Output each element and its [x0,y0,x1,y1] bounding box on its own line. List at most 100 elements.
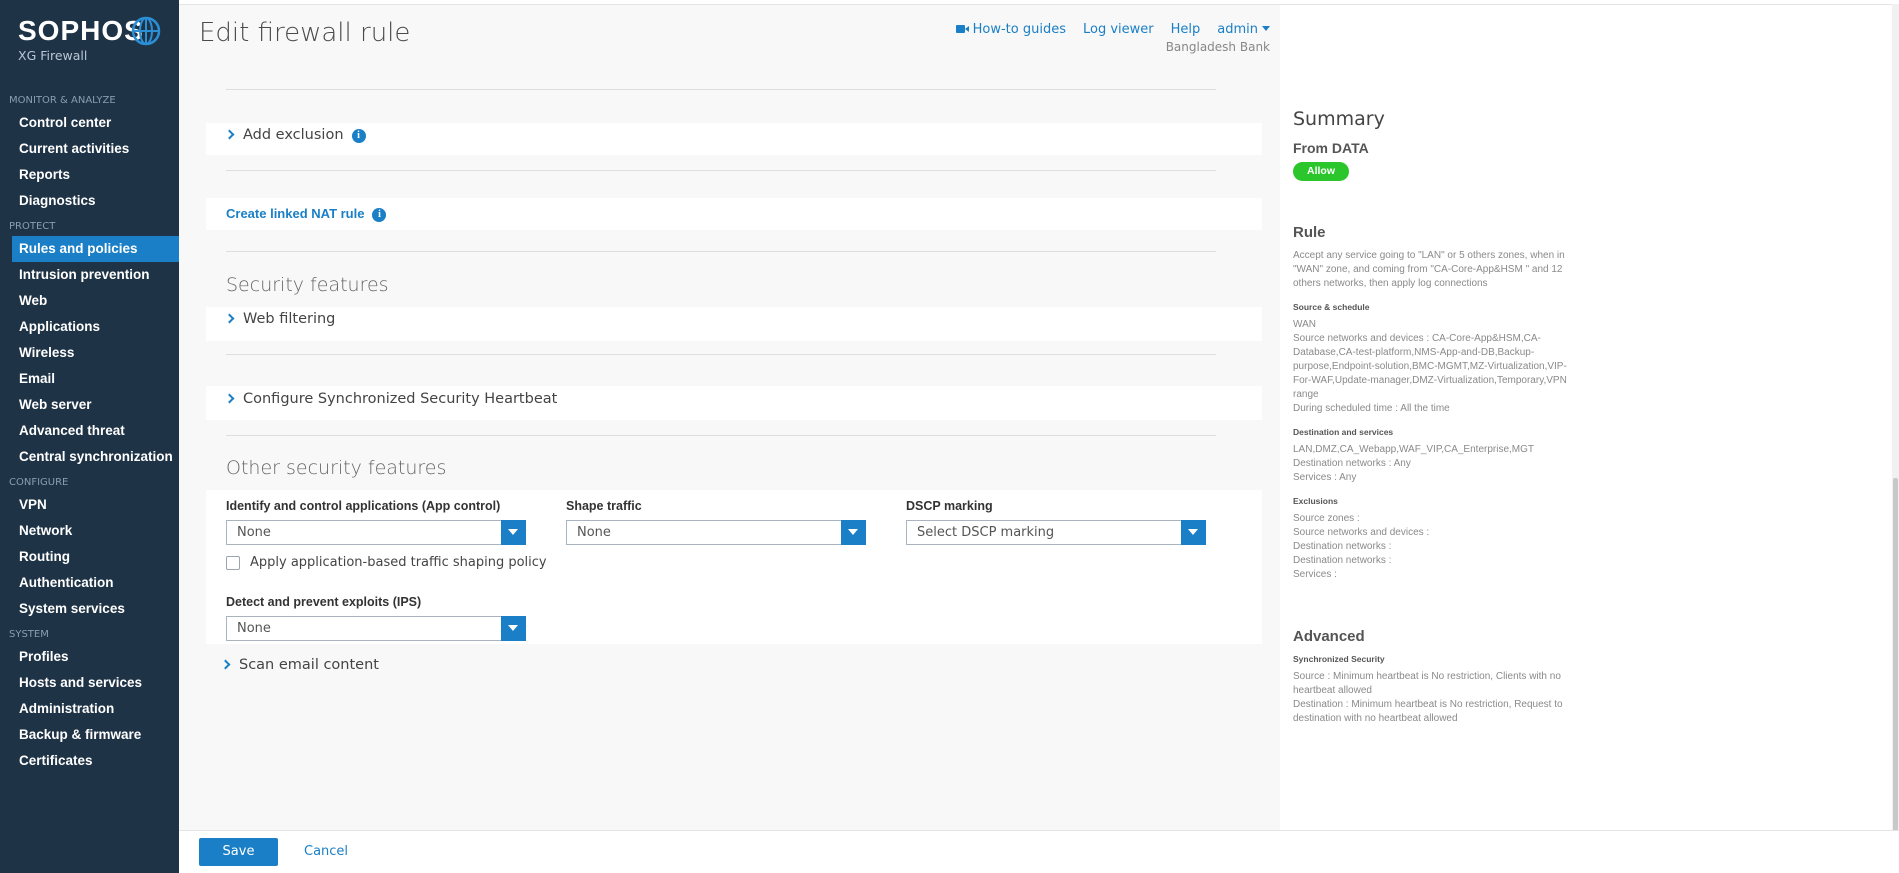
sidebar-item-network[interactable]: Network [0,518,179,544]
sync-source: Source : Minimum heartbeat is No restric… [1293,671,1561,696]
destination-zones: LAN,DMZ,CA_Webapp,WAF_VIP,CA_Enterprise,… [1293,444,1535,455]
dscp-marking-select[interactable]: Select DSCP marking [906,520,1206,545]
how-to-guides-link[interactable]: How-to guides [955,22,1066,37]
divider [226,435,1216,436]
info-icon[interactable]: i [372,208,387,222]
sidebar-item-hosts-and-services[interactable]: Hosts and services [0,670,179,696]
add-exclusion-toggle[interactable]: Add exclusion i [224,127,366,143]
sidebar-item-rules-and-policies[interactable]: Rules and policies [12,236,179,262]
divider [226,170,1216,171]
scan-email-toggle[interactable]: Scan email content [220,657,379,673]
nav-section-heading: MONITOR & ANALYZE [9,95,116,106]
source-networks: Source networks and devices : CA-Core-Ap… [1293,333,1567,400]
admin-menu[interactable]: admin [1217,22,1270,37]
sidebar-item-vpn[interactable]: VPN [0,492,179,518]
destination-networks: Destination networks : Any [1293,458,1411,469]
page-title: Edit firewall rule [199,18,411,48]
scrollbar-thumb[interactable] [1893,478,1898,836]
heartbeat-label: Configure Synchronized Security Heartbea… [243,391,558,407]
schedule: During scheduled time : All the time [1293,403,1450,414]
nav-section-heading: PROTECT [9,221,56,232]
sidebar-item-applications[interactable]: Applications [0,314,179,340]
sidebar-item-email[interactable]: Email [0,366,179,392]
app-control-value: None [237,525,271,540]
globe-logo-icon [131,16,161,46]
sidebar-item-diagnostics[interactable]: Diagnostics [0,188,179,214]
summary-from: From DATA [1293,140,1369,156]
source-zone: WAN [1293,319,1316,330]
action-badge: Allow [1293,162,1349,181]
info-icon[interactable]: i [351,129,366,143]
sidebar-item-advanced-threat[interactable]: Advanced threat [0,418,179,444]
divider [226,354,1216,355]
help-link[interactable]: Help [1171,22,1201,37]
shape-traffic-select[interactable]: None [566,520,866,545]
rule-form: Add exclusion i Create linked NAT rule i S… [179,75,1280,830]
add-exclusion-label: Add exclusion [243,127,344,143]
web-filtering-toggle[interactable]: Web filtering [224,311,336,327]
sidebar-item-system-services[interactable]: System services [0,596,179,622]
dscp-marking-value: Select DSCP marking [917,525,1055,540]
chevron-right-icon [224,393,235,404]
page-header: Edit firewall rule How-to guides Log vie… [179,5,1280,75]
chevron-right-icon [224,129,235,140]
create-nat-rule-row: Create linked NAT rule i [226,206,387,222]
cancel-button[interactable]: Cancel [304,838,348,866]
dropdown-arrow-icon[interactable] [501,616,526,641]
web-filtering-panel [206,307,1262,341]
exclusions-heading: Exclusions [1293,496,1338,506]
sidebar-item-certificates[interactable]: Certificates [0,748,179,774]
dscp-marking-label: DSCP marking [906,499,993,513]
sidebar-item-reports[interactable]: Reports [0,162,179,188]
ips-select[interactable]: None [226,616,526,641]
sidebar-item-authentication[interactable]: Authentication [0,570,179,596]
ips-label: Detect and prevent exploits (IPS) [226,595,422,609]
caret-down-icon [1262,26,1270,31]
dropdown-arrow-icon[interactable] [501,520,526,545]
dropdown-arrow-icon[interactable] [1181,520,1206,545]
brand: SOPHOS XG Firewall [18,16,161,63]
sidebar-item-web[interactable]: Web [0,288,179,314]
source-heading: Source & schedule [1293,302,1370,312]
scan-email-label: Scan email content [239,657,379,673]
app-shaping-label: Apply application-based traffic shaping … [250,555,547,570]
sidebar-item-backup-firmware[interactable]: Backup & firmware [0,722,179,748]
sidebar-item-wireless[interactable]: Wireless [0,340,179,366]
sidebar-item-control-center[interactable]: Control center [0,110,179,136]
divider [226,251,1216,252]
destination-heading: Destination and services [1293,427,1394,437]
heartbeat-toggle[interactable]: Configure Synchronized Security Heartbea… [224,391,558,407]
product-name: XG Firewall [18,48,88,63]
app-control-select[interactable]: None [226,520,526,545]
form-footer: Save Cancel [179,830,1899,873]
rule-description: Accept any service going to "LAN" or 5 o… [1293,250,1565,289]
nav-section-heading: CONFIGURE [9,477,69,488]
rule-heading: Rule [1293,224,1326,241]
sidebar-item-web-server[interactable]: Web server [0,392,179,418]
sidebar-item-intrusion-prevention[interactable]: Intrusion prevention [0,262,179,288]
sidebar-item-profiles[interactable]: Profiles [0,644,179,670]
how-to-guides-label: How-to guides [972,22,1066,37]
shape-traffic-value: None [577,525,611,540]
sidebar-item-routing[interactable]: Routing [0,544,179,570]
sidebar-item-current-activities[interactable]: Current activities [0,136,179,162]
web-filtering-label: Web filtering [243,311,336,327]
sidebar-item-central-synchronization[interactable]: Central synchronization [0,444,179,470]
save-button[interactable]: Save [199,838,278,866]
advanced-heading: Advanced [1293,628,1365,645]
other-security-heading: Other security features [226,457,447,479]
excl-source-networks: Source networks and devices : [1293,527,1430,538]
video-camera-icon [955,25,969,33]
app-control-label: Identify and control applications (App c… [226,499,501,513]
excl-services: Services : [1293,569,1337,580]
sidebar-item-administration[interactable]: Administration [0,696,179,722]
excl-destination-networks: Destination networks : [1293,555,1392,566]
sync-destination: Destination : Minimum heartbeat is No re… [1293,699,1563,724]
log-viewer-link[interactable]: Log viewer [1083,22,1154,37]
header-links: How-to guides Log viewer Help admin [955,22,1270,37]
create-linked-nat-rule-link[interactable]: Create linked NAT rule [226,206,364,221]
dropdown-arrow-icon[interactable] [841,520,866,545]
app-shaping-checkbox[interactable] [226,556,240,570]
organization-name: Bangladesh Bank [1165,40,1270,54]
sync-security-heading: Synchronized Security [1293,654,1385,664]
